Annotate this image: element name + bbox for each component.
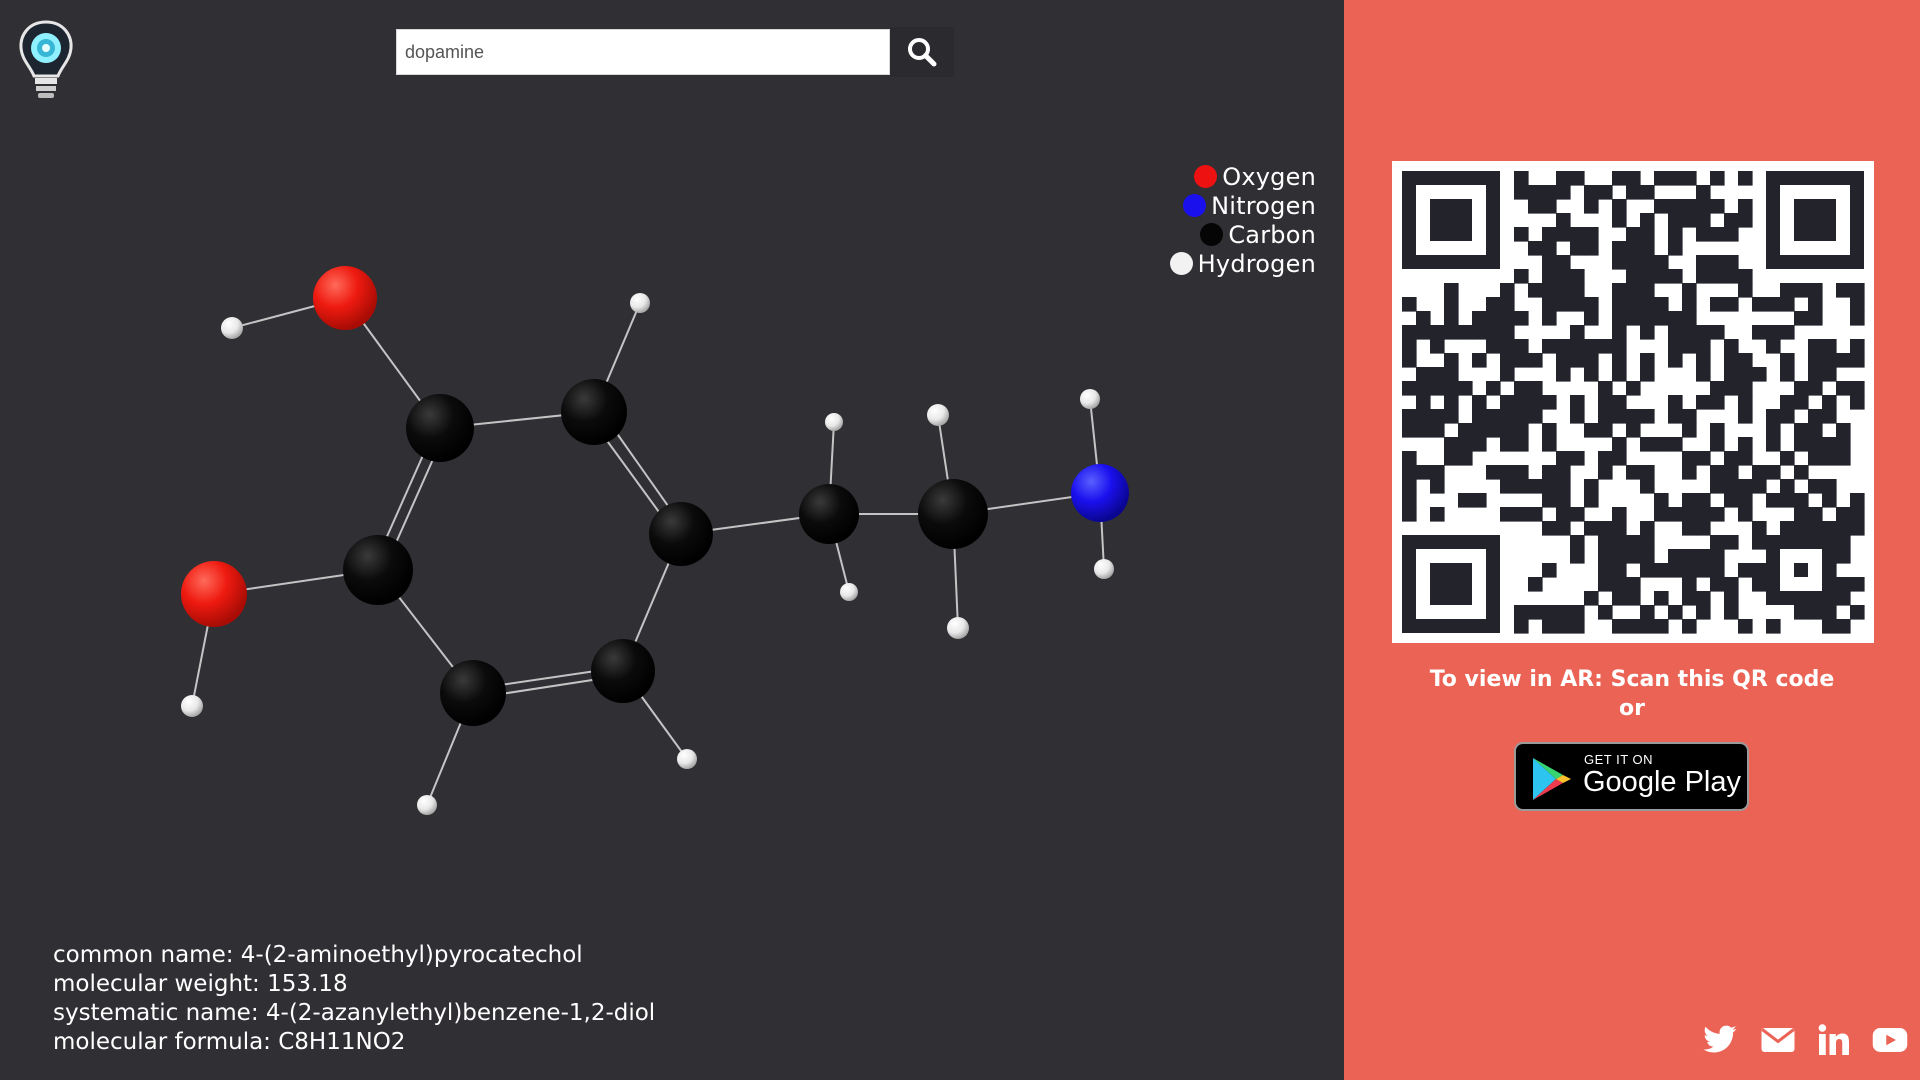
oxygen-atom <box>313 266 377 330</box>
ar-or-text: or <box>1619 696 1645 721</box>
hydrogen-atom <box>1094 559 1114 579</box>
twitter-icon[interactable] <box>1702 1022 1738 1058</box>
hydrogen-atom <box>677 749 697 769</box>
hydrogen-atom <box>417 795 437 815</box>
hydrogen-atom <box>947 617 969 639</box>
nitrogen-atom <box>1071 464 1129 522</box>
legend-dot-oxygen <box>1194 165 1218 188</box>
carbon-atom <box>799 484 859 544</box>
google-play-icon <box>1533 758 1571 800</box>
carbon-atom <box>561 379 627 445</box>
hydrogen-atom <box>1080 389 1100 409</box>
oxygen-atom <box>181 561 247 627</box>
legend-label: Carbon <box>1228 220 1316 249</box>
hydrogen-atom <box>825 413 843 431</box>
carbon-atom <box>440 660 506 726</box>
legend-item-oxygen: Oxygen <box>1170 162 1316 191</box>
ar-instruction: To view in AR: Scan this QR code <box>1429 667 1835 692</box>
legend-dot-carbon <box>1200 223 1224 246</box>
molecular-formula: molecular formula: C8H11NO2 <box>53 1029 406 1055</box>
legend-item-nitrogen: Nitrogen <box>1170 191 1316 220</box>
carbon-atom <box>918 479 988 549</box>
systematic-name: systematic name: 4-(2-azanylethyl)benzen… <box>53 1000 656 1026</box>
carbon-atom <box>591 639 655 703</box>
legend-label: Nitrogen <box>1211 191 1316 220</box>
hydrogen-atom <box>630 293 650 313</box>
legend-dot-hydrogen <box>1169 252 1193 275</box>
molecule-3d-model[interactable] <box>0 0 1344 1080</box>
qr-code <box>1392 161 1874 643</box>
carbon-atom <box>406 394 474 462</box>
legend-item-hydrogen: Hydrogen <box>1169 249 1316 278</box>
email-icon[interactable] <box>1760 1022 1796 1058</box>
carbon-atom <box>649 502 713 566</box>
hydrogen-atom <box>927 404 949 426</box>
legend-label: Hydrogen <box>1197 249 1316 278</box>
hydrogen-atom <box>221 317 243 339</box>
qr-code-image <box>1402 171 1865 634</box>
carbon-atom <box>343 535 413 605</box>
google-play-top-text: GET IT ON <box>1584 752 1654 767</box>
legend-dot-nitrogen <box>1183 194 1207 217</box>
molecular-weight: molecular weight: 153.18 <box>53 971 348 997</box>
molecule-viewer[interactable]: Oxygen Nitrogen Carbon Hydrogen common n… <box>0 0 1344 1080</box>
hydrogen-atom <box>181 695 203 717</box>
youtube-icon[interactable] <box>1872 1022 1908 1058</box>
google-play-button[interactable]: GET IT ON Google Play <box>1514 742 1749 811</box>
linkedin-icon[interactable] <box>1816 1022 1852 1058</box>
hydrogen-atom <box>840 583 858 601</box>
google-play-main-text: Google Play <box>1583 766 1741 798</box>
ar-side-panel: To view in AR: Scan this QR code or GET … <box>1344 0 1920 1080</box>
atom-legend: Oxygen Nitrogen Carbon Hydrogen <box>1169 162 1316 278</box>
legend-item-carbon: Carbon <box>1170 220 1316 249</box>
molecule-info: common name: 4-(2-aminoethyl)pyrocatecho… <box>53 941 655 1057</box>
legend-label: Oxygen <box>1222 162 1316 191</box>
common-name: common name: 4-(2-aminoethyl)pyrocatecho… <box>53 942 583 968</box>
